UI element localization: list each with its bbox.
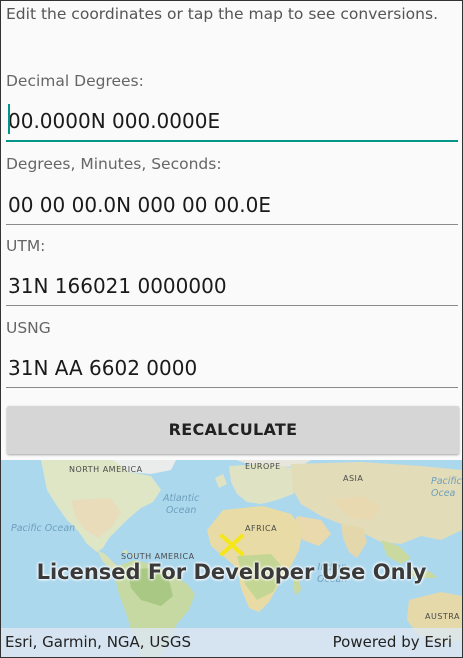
text-caret bbox=[8, 104, 10, 134]
label-pacific-ocean-right: Pacific Ocea bbox=[431, 476, 462, 499]
powered-by-text: Powered by Esri bbox=[332, 633, 452, 651]
usng-label: USNG bbox=[6, 319, 51, 337]
decimal-degrees-input[interactable] bbox=[6, 102, 458, 142]
label-north-america: NORTH AMERICA bbox=[69, 465, 143, 474]
attribution-bar: Esri, Garmin, NGA, USGS Powered by Esri bbox=[1, 628, 462, 657]
recalculate-button[interactable]: RECALCULATE bbox=[7, 406, 459, 454]
license-watermark: Licensed For Developer Use Only bbox=[36, 560, 427, 584]
decimal-degrees-label: Decimal Degrees: bbox=[6, 72, 144, 90]
map-view[interactable]: NORTH AMERICA EUROPE ASIA Atlantic Ocean… bbox=[1, 460, 462, 657]
dms-input[interactable] bbox=[6, 185, 458, 225]
attribution-text[interactable]: Esri, Garmin, NGA, USGS bbox=[5, 633, 191, 651]
label-africa: AFRICA bbox=[245, 524, 278, 533]
dms-label: Degrees, Minutes, Seconds: bbox=[6, 155, 222, 173]
usng-input[interactable] bbox=[6, 348, 458, 388]
label-atlantic-ocean: Atlantic Ocean bbox=[163, 493, 200, 516]
app-screen: Edit the coordinates or tap the map to s… bbox=[0, 0, 463, 658]
label-australia: AUSTRA bbox=[425, 612, 460, 621]
instructions-text: Edit the coordinates or tap the map to s… bbox=[6, 5, 438, 23]
utm-label: UTM: bbox=[6, 237, 46, 255]
label-pacific-ocean: Pacific Ocean bbox=[11, 523, 76, 534]
label-asia: ASIA bbox=[343, 474, 364, 483]
label-europe: EUROPE bbox=[245, 462, 281, 471]
utm-input[interactable] bbox=[6, 266, 458, 306]
